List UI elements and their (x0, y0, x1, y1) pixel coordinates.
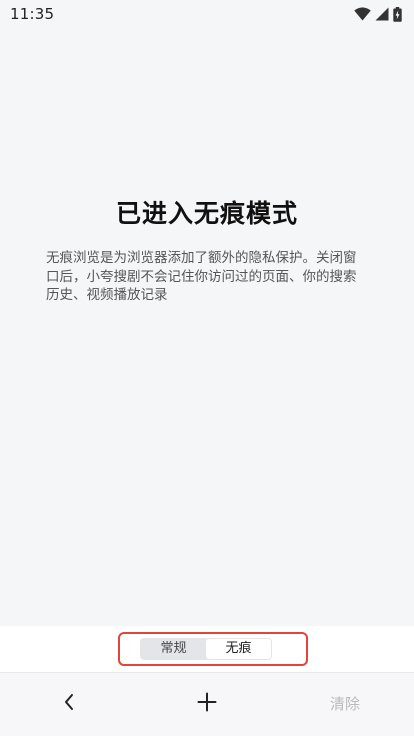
incognito-description: 无痕浏览是为浏览器添加了额外的隐私保护。关闭窗口后，小夸搜剧不会记住你访问过的页… (46, 250, 357, 303)
chevron-left-icon (62, 692, 76, 716)
incognito-info: 已进入无痕模式 无痕浏览是为浏览器添加了额外的隐私保护。关闭窗口后，小夸搜剧不会… (0, 28, 414, 626)
mode-bar: 常规 无痕 (0, 626, 414, 672)
page-title: 已进入无痕模式 (115, 199, 298, 228)
clear-button[interactable]: 清除 (318, 691, 372, 717)
status-time: 11:35 (10, 5, 55, 23)
bottom-nav: 清除 (0, 672, 414, 736)
battery-icon (393, 6, 402, 22)
back-button[interactable] (54, 689, 84, 719)
mode-option-normal[interactable]: 常规 (141, 639, 206, 659)
mode-option-incognito[interactable]: 无痕 (206, 639, 271, 659)
plus-icon (197, 692, 217, 716)
mode-switch: 常规 无痕 (140, 638, 272, 660)
status-icons (354, 6, 402, 22)
signal-icon (375, 7, 389, 21)
wifi-icon (354, 7, 371, 21)
add-tab-button[interactable] (192, 689, 222, 719)
status-bar: 11:35 (0, 0, 414, 28)
